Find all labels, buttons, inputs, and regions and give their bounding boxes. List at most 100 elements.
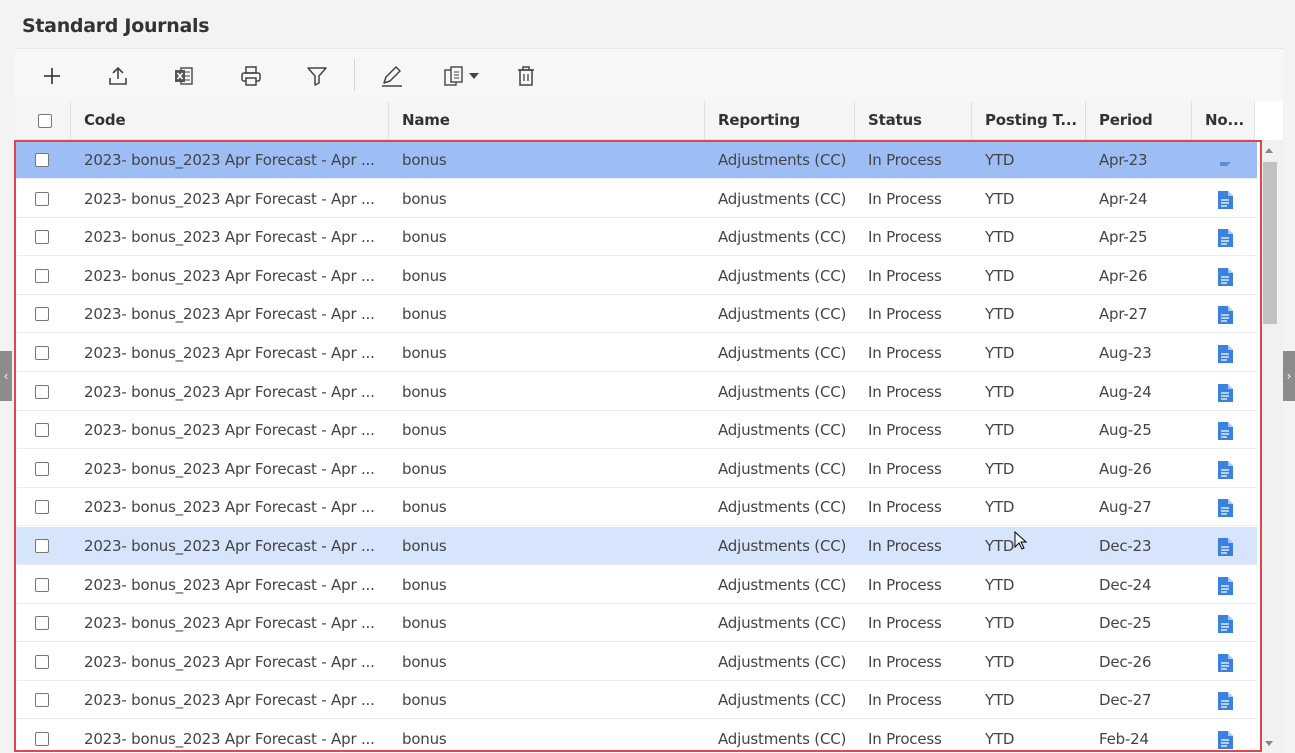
cell-name: bonus <box>402 537 447 555</box>
print-button[interactable] <box>233 61 269 91</box>
note-icon[interactable] <box>1217 692 1233 711</box>
row-checkbox[interactable] <box>35 461 49 476</box>
row-checkbox[interactable] <box>35 732 49 746</box>
excel-export-button[interactable] <box>166 61 202 91</box>
delete-button[interactable] <box>508 61 544 91</box>
note-icon[interactable] <box>1217 152 1233 170</box>
table-row[interactable]: 2023- bonus_2023 Apr Forecast - Apr ... b… <box>15 218 1257 257</box>
table-row[interactable]: 2023- bonus_2023 Apr Forecast - Apr ... b… <box>15 334 1257 372</box>
note-icon[interactable] <box>1217 615 1233 634</box>
cell-period: Dec-23 <box>1099 537 1152 555</box>
cell-posting-type: YTD <box>985 151 1015 169</box>
note-icon[interactable] <box>1217 306 1233 325</box>
copy-dropdown-button[interactable] <box>439 61 483 91</box>
row-checkbox[interactable] <box>35 577 49 592</box>
cell-code: 2023- bonus_2023 Apr Forecast - Apr ... <box>84 730 375 748</box>
cell-status: In Process <box>868 305 942 324</box>
note-icon[interactable] <box>1217 731 1233 749</box>
toolbar-separator <box>354 59 355 91</box>
table-row[interactable]: 2023- bonus_2023 Apr Forecast - Apr ... b… <box>15 179 1257 218</box>
printer-icon <box>241 66 261 86</box>
table-row[interactable]: 2023- bonus_2023 Apr Forecast - Apr ... b… <box>15 488 1257 527</box>
cell-reporting: Adjustments (CC) <box>718 189 847 208</box>
row-checkbox[interactable] <box>35 616 49 631</box>
note-icon[interactable] <box>1217 267 1233 286</box>
row-checkbox[interactable] <box>35 423 49 438</box>
filter-icon <box>307 67 327 86</box>
table-row[interactable]: 2023- bonus_2023 Apr Forecast - Apr ... b… <box>15 604 1257 643</box>
table-row[interactable]: 2023- bonus_2023 Apr Forecast - Apr ... b… <box>15 372 1257 411</box>
table-row[interactable]: 2023- bonus_2023 Apr Forecast - Apr ... b… <box>15 295 1257 334</box>
row-checkbox[interactable] <box>35 191 49 206</box>
note-icon[interactable] <box>1217 576 1233 595</box>
column-header-name[interactable]: Name <box>389 101 705 140</box>
column-header-code[interactable]: Code <box>71 101 389 140</box>
note-icon[interactable] <box>1217 190 1233 209</box>
table-row[interactable]: 2023- bonus_2023 Apr Forecast - Apr ... b… <box>15 256 1257 295</box>
cell-reporting: Adjustments (CC) <box>718 575 847 594</box>
table-row[interactable]: 2023- bonus_2023 Apr Forecast - Apr ... b… <box>15 642 1257 681</box>
right-panel-toggle[interactable]: › <box>1283 351 1295 401</box>
column-header-posting-type[interactable]: Posting T... <box>972 101 1086 140</box>
cell-name: bonus <box>402 305 447 324</box>
column-header-reporting[interactable]: Reporting <box>705 101 855 140</box>
row-checkbox[interactable] <box>35 693 49 708</box>
row-checkbox[interactable] <box>35 500 49 515</box>
cell-reporting: Adjustments (CC) <box>718 652 847 671</box>
chevron-down-icon <box>468 73 479 79</box>
table-row[interactable]: 2023- bonus_2023 Apr Forecast - Apr ... b… <box>15 449 1257 488</box>
cell-reporting: Adjustments (CC) <box>718 344 847 362</box>
row-checkbox[interactable] <box>35 539 49 553</box>
column-header-status[interactable]: Status <box>855 101 972 140</box>
cell-code: 2023- bonus_2023 Apr Forecast - Apr ... <box>84 305 375 324</box>
scroll-down-arrow[interactable] <box>1265 741 1273 746</box>
cell-code: 2023- bonus_2023 Apr Forecast - Apr ... <box>84 266 375 285</box>
table-row[interactable]: 2023- bonus_2023 Apr Forecast - Apr ... b… <box>15 411 1257 450</box>
table-row[interactable]: 2023- bonus_2023 Apr Forecast - Apr ... b… <box>15 565 1257 604</box>
table-row[interactable]: 2023- bonus_2023 Apr Forecast - Apr ... b… <box>15 141 1257 179</box>
row-checkbox[interactable] <box>35 384 49 399</box>
upload-button[interactable] <box>100 61 136 91</box>
scroll-up-arrow[interactable] <box>1265 148 1273 153</box>
note-icon[interactable] <box>1217 538 1233 556</box>
add-button[interactable] <box>34 61 70 91</box>
row-checkbox[interactable] <box>35 268 49 283</box>
note-icon[interactable] <box>1217 499 1233 518</box>
note-icon[interactable] <box>1217 383 1233 402</box>
note-icon[interactable] <box>1217 460 1233 479</box>
table-row[interactable]: 2023- bonus_2023 Apr Forecast - Apr ... b… <box>15 527 1257 565</box>
cell-status: In Process <box>868 266 942 285</box>
cell-name: bonus <box>402 266 447 285</box>
cell-posting-type: YTD <box>985 498 1015 517</box>
cell-period: Apr-26 <box>1099 266 1148 285</box>
row-checkbox[interactable] <box>35 346 49 360</box>
cell-name: bonus <box>402 691 447 710</box>
scrollbar-thumb[interactable] <box>1263 162 1277 324</box>
note-icon[interactable] <box>1217 653 1233 672</box>
table-row[interactable]: 2023- bonus_2023 Apr Forecast - Apr ... b… <box>15 681 1257 720</box>
row-checkbox[interactable] <box>35 230 49 245</box>
row-checkbox[interactable] <box>35 307 49 322</box>
cell-code: 2023- bonus_2023 Apr Forecast - Apr ... <box>84 344 375 362</box>
column-header-notes[interactable]: No... <box>1192 101 1255 140</box>
cell-reporting: Adjustments (CC) <box>718 305 847 324</box>
cell-status: In Process <box>868 652 942 671</box>
row-checkbox[interactable] <box>35 153 49 167</box>
edit-button[interactable] <box>374 61 410 91</box>
cell-code: 2023- bonus_2023 Apr Forecast - Apr ... <box>84 189 375 208</box>
cell-posting-type: YTD <box>985 459 1015 478</box>
note-icon[interactable] <box>1217 422 1233 441</box>
select-all-checkbox[interactable] <box>38 114 52 128</box>
note-icon[interactable] <box>1217 345 1233 363</box>
cell-status: In Process <box>868 575 942 594</box>
note-icon[interactable] <box>1217 229 1233 248</box>
table-row[interactable]: 2023- bonus_2023 Apr Forecast - Apr ... b… <box>15 720 1257 753</box>
row-checkbox[interactable] <box>35 654 49 669</box>
left-panel-toggle[interactable]: ‹ <box>0 351 12 401</box>
column-header-period[interactable]: Period <box>1086 101 1192 140</box>
cell-reporting: Adjustments (CC) <box>718 459 847 478</box>
cell-posting-type: YTD <box>985 266 1015 285</box>
vertical-scrollbar[interactable] <box>1260 140 1283 753</box>
filter-button[interactable] <box>299 61 335 91</box>
cell-period: Apr-24 <box>1099 189 1148 208</box>
